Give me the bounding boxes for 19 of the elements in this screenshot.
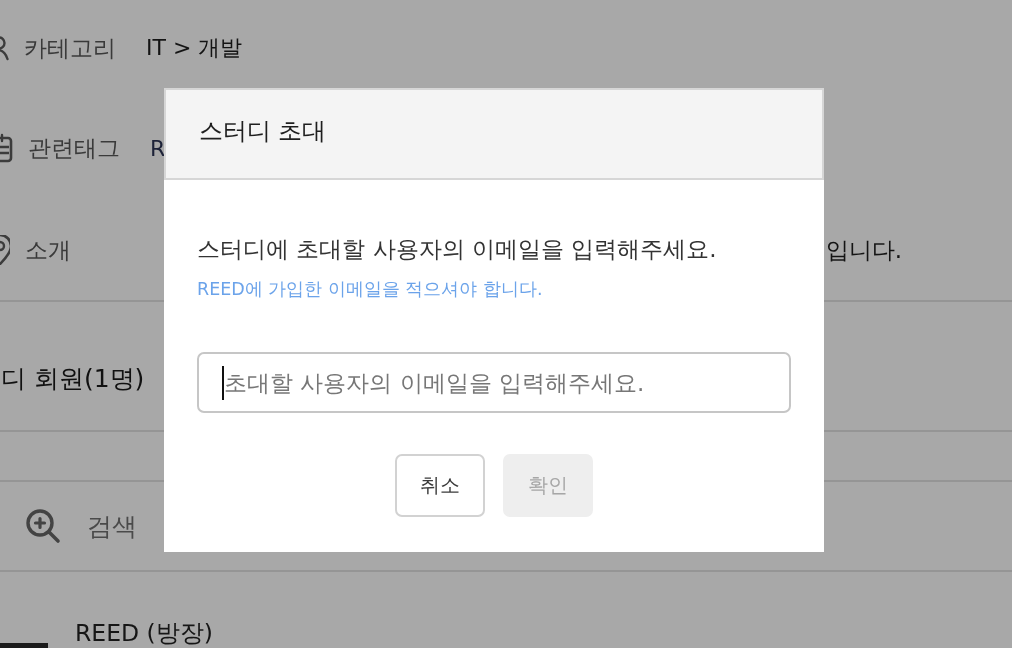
dialog-message: 스터디에 초대할 사용자의 이메일을 입력해주세요. — [197, 235, 717, 264]
detail-value: IT > 개발 — [146, 34, 243, 62]
clipboard-icon — [0, 133, 13, 163]
search-link[interactable]: 검색 — [87, 509, 137, 543]
email-input-field[interactable]: 초대할 사용자의 이메일을 입력해주세요. — [197, 352, 791, 413]
hint-text: REED에 가입한 이메일을 적으셔야 합니다. — [197, 278, 543, 300]
zoom-in-icon — [25, 508, 61, 544]
cancel-button[interactable]: 취소 — [395, 454, 485, 517]
dialog-title: 스터디 초대 — [199, 115, 327, 147]
detail-value: 입니다. — [825, 235, 902, 265]
section-heading: 디 회원(1명) — [1, 362, 145, 395]
detail-label: 소개 — [25, 235, 72, 265]
person-icon — [0, 35, 9, 61]
member-name: REED (방장) — [75, 619, 213, 647]
tag-text: R — [150, 135, 166, 161]
detail-label: 카테고리 — [24, 33, 117, 63]
map-pin-icon — [0, 235, 10, 265]
detail-label: 관련태그 — [28, 133, 121, 163]
avatar-placeholder — [0, 643, 48, 648]
